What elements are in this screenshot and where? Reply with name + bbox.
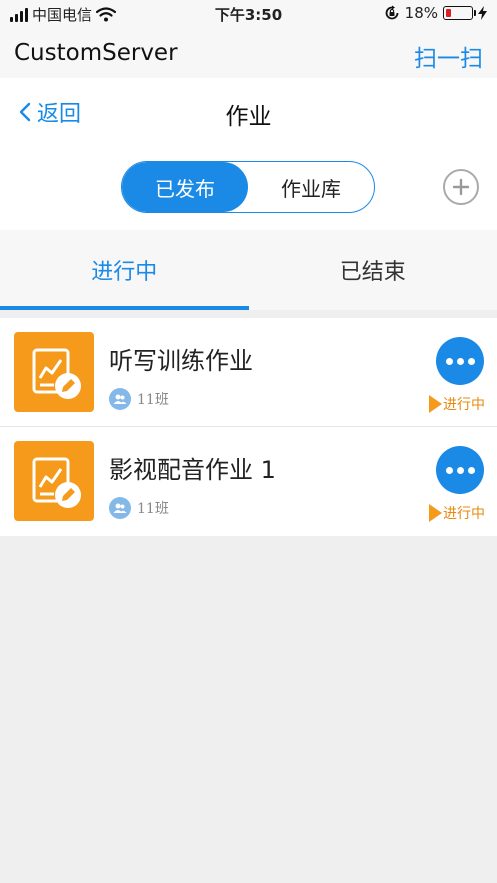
app-bar: CustomServer 扫一扫	[0, 28, 497, 78]
play-triangle-icon	[429, 395, 442, 413]
tab-finished[interactable]: 已结束	[249, 230, 497, 310]
more-dot	[456, 466, 464, 474]
more-dot	[467, 357, 475, 365]
class-label: 11班	[137, 392, 169, 408]
group-icon	[109, 497, 131, 519]
class-info: 11班	[109, 497, 169, 519]
list-item[interactable]: 影视配音作业 1 11班 进行中	[0, 427, 497, 536]
back-button[interactable]: 返回	[18, 96, 81, 128]
more-dot	[456, 357, 464, 365]
segmented-control: 已发布 作业库	[121, 161, 375, 213]
status-badge: 进行中	[429, 394, 485, 414]
play-triangle-icon	[429, 504, 442, 522]
chevron-left-icon	[19, 102, 31, 122]
tab-in-progress[interactable]: 进行中	[0, 230, 249, 310]
homework-title: 影视配音作业 1	[109, 456, 276, 484]
list-item[interactable]: 听写训练作业 11班 进行中	[0, 318, 497, 427]
more-button[interactable]	[436, 446, 484, 494]
homework-thumb-icon	[14, 332, 94, 412]
status-label: 进行中	[443, 397, 485, 413]
scan-button[interactable]: 扫一扫	[414, 39, 483, 73]
status-right: 18%	[384, 4, 487, 22]
add-button[interactable]	[443, 169, 479, 205]
status-badge: 进行中	[429, 503, 485, 523]
battery-percent: 18%	[404, 4, 438, 22]
more-dot	[445, 357, 453, 365]
more-dot	[445, 466, 453, 474]
status-tabs: 进行中 已结束	[0, 230, 497, 310]
homework-title: 听写训练作业	[109, 347, 253, 375]
segment-library[interactable]: 作业库	[248, 162, 374, 212]
status-label: 进行中	[443, 506, 485, 522]
homework-thumb-icon	[14, 441, 94, 521]
status-bar: 中国电信 下午3:50 18%	[0, 0, 497, 28]
charging-bolt-icon	[478, 6, 487, 20]
back-label: 返回	[37, 102, 82, 127]
segment-row: 已发布 作业库	[0, 144, 497, 230]
class-label: 11班	[137, 501, 169, 517]
battery-icon	[443, 6, 476, 20]
app-title: CustomServer	[14, 40, 178, 66]
segment-published[interactable]: 已发布	[122, 162, 248, 212]
rotation-lock-icon	[385, 5, 399, 20]
class-info: 11班	[109, 388, 169, 410]
nav-bar: 返回 作业	[0, 78, 497, 144]
battery-level-fill	[446, 9, 451, 17]
more-dot	[467, 466, 475, 474]
plus-icon	[452, 178, 470, 196]
homework-list: 听写训练作业 11班 进行中 影视配音作业 1 11班 进行中	[0, 318, 497, 536]
more-button[interactable]	[436, 337, 484, 385]
group-icon	[109, 388, 131, 410]
